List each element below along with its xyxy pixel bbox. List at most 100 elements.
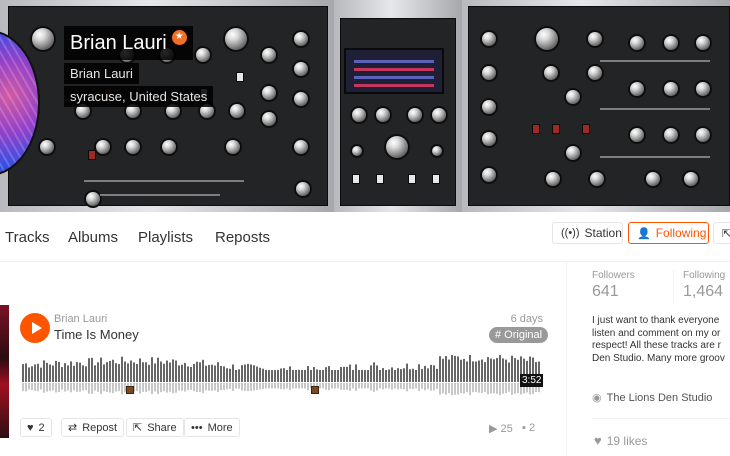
waveform-bar [202, 359, 204, 382]
waveform-bar [349, 364, 351, 382]
waveform-reflection-bar [331, 383, 333, 389]
waveform-bar [127, 363, 129, 382]
waveform-bar [79, 362, 81, 382]
comment-count[interactable]: ▪ 2 [522, 422, 535, 434]
waveform-reflection-bar [496, 383, 498, 394]
waveform-bar [160, 361, 162, 382]
waveform-bar [316, 369, 318, 382]
waveform-reflection-bar [268, 383, 270, 389]
waveform-reflection-bar [70, 383, 72, 393]
profile-avatar[interactable] [0, 30, 40, 176]
following-label: Following [655, 226, 707, 240]
waveform-bar [322, 370, 324, 382]
play-button[interactable] [20, 313, 50, 343]
waveform-bar [268, 370, 270, 382]
waveform-bar [412, 368, 414, 382]
waveform-bar [184, 362, 186, 382]
waveform-bar [130, 360, 132, 382]
waveform-reflection-bar [256, 383, 258, 390]
share-button[interactable]: ⇱ Share [126, 418, 184, 437]
tab-albums[interactable]: Albums [68, 229, 118, 246]
waveform-reflection-bar [115, 383, 117, 392]
waveform-bar [244, 364, 246, 382]
share-profile-button[interactable]: ⇱ [713, 222, 730, 244]
heart-icon: ♥ [594, 433, 602, 448]
waveform-reflection-bar [403, 383, 405, 390]
waveform-bar [472, 361, 474, 382]
waveform-bar [172, 359, 174, 382]
waveform-reflection-bar [352, 383, 354, 389]
waveform-bar [103, 364, 105, 382]
waveform-reflection-bar [427, 383, 429, 390]
station-button[interactable]: ((•)) Station [552, 222, 623, 244]
followers-label: Followers [592, 270, 635, 281]
waveform-bar [166, 360, 168, 382]
waveform-bar [31, 366, 33, 382]
tab-playlists[interactable]: Playlists [138, 229, 193, 246]
profile-banner: Brian Lauri ★ Brian Lauri syracuse, Unit… [0, 0, 730, 212]
waveform-reflection-bar [394, 383, 396, 389]
waveform-reflection-bar [190, 383, 192, 390]
repost-icon: ⇄ [68, 422, 78, 434]
following-button[interactable]: 👤 Following [628, 222, 709, 244]
waveform-reflection-bar [43, 383, 45, 393]
waveform-bar [157, 357, 159, 382]
waveform-reflection-bar [49, 383, 51, 391]
waveform-reflection-bar [154, 383, 156, 392]
track-tag[interactable]: # Original [489, 327, 549, 343]
waveform-bar [67, 365, 69, 382]
waveform-bar [235, 370, 237, 382]
more-button[interactable]: ••• More [184, 418, 240, 437]
waveform-reflection-bar [346, 383, 348, 390]
waveform-bar [199, 362, 201, 382]
waveform-bar [439, 356, 441, 382]
waveform-reflection-bar [472, 383, 474, 393]
waveform-bar [511, 355, 513, 382]
track-title[interactable]: Time Is Money [54, 327, 139, 342]
waveform-bar [250, 364, 252, 382]
waveform-reflection-bar [250, 383, 252, 391]
waveform-bar [415, 370, 417, 382]
waveform-bar [478, 360, 480, 382]
followers-count[interactable]: 641 [592, 283, 619, 301]
waveform-bar [139, 358, 141, 382]
waveform-reflection-bar [349, 383, 351, 391]
waveform-reflection-bar [229, 383, 231, 389]
waveform-bar [37, 363, 39, 382]
waveform-reflection-bar [385, 383, 387, 389]
waveform-reflection-bar [508, 383, 510, 392]
waveform-reflection-bar [505, 383, 507, 394]
waveform-bar [379, 370, 381, 382]
waveform-reflection-bar [94, 383, 96, 391]
waveform-reflection-bar [400, 383, 402, 389]
waveform-bar [505, 359, 507, 382]
likes-link[interactable]: ♥ 19 likes [594, 433, 647, 448]
tab-reposts[interactable]: Reposts [215, 229, 270, 246]
like-button[interactable]: ♥ 2 [20, 418, 52, 437]
waveform-bar [364, 370, 366, 382]
following-count[interactable]: 1,464 [683, 283, 723, 301]
play-icon [31, 322, 42, 334]
waveform[interactable] [22, 349, 542, 399]
repost-button[interactable]: ⇄ Repost [61, 418, 125, 437]
waveform-bar [49, 364, 51, 382]
website-link-text: The Lions Den Studio [606, 391, 713, 404]
website-link[interactable]: ◉ The Lions Den Studio [592, 391, 713, 405]
comment-avatar[interactable] [311, 386, 319, 394]
waveform-reflection-bar [253, 383, 255, 391]
track-duration: 3:52 [520, 374, 544, 387]
waveform-reflection-bar [196, 383, 198, 393]
share-icon: ⇱ [133, 422, 143, 434]
waveform-reflection-bar [358, 383, 360, 389]
tab-tracks[interactable]: Tracks [5, 229, 49, 246]
waveform-reflection-bar [193, 383, 195, 392]
waveform-reflection-bar [55, 383, 57, 393]
waveform-reflection-bar [307, 383, 309, 391]
track-username[interactable]: Brian Lauri [54, 313, 107, 325]
previous-track-artwork[interactable] [0, 305, 9, 438]
waveform-bar [400, 369, 402, 382]
waveform-bar [34, 364, 36, 382]
comment-avatar[interactable] [126, 386, 134, 394]
waveform-reflection-bar [136, 383, 138, 392]
waveform-reflection-bar [433, 383, 435, 391]
